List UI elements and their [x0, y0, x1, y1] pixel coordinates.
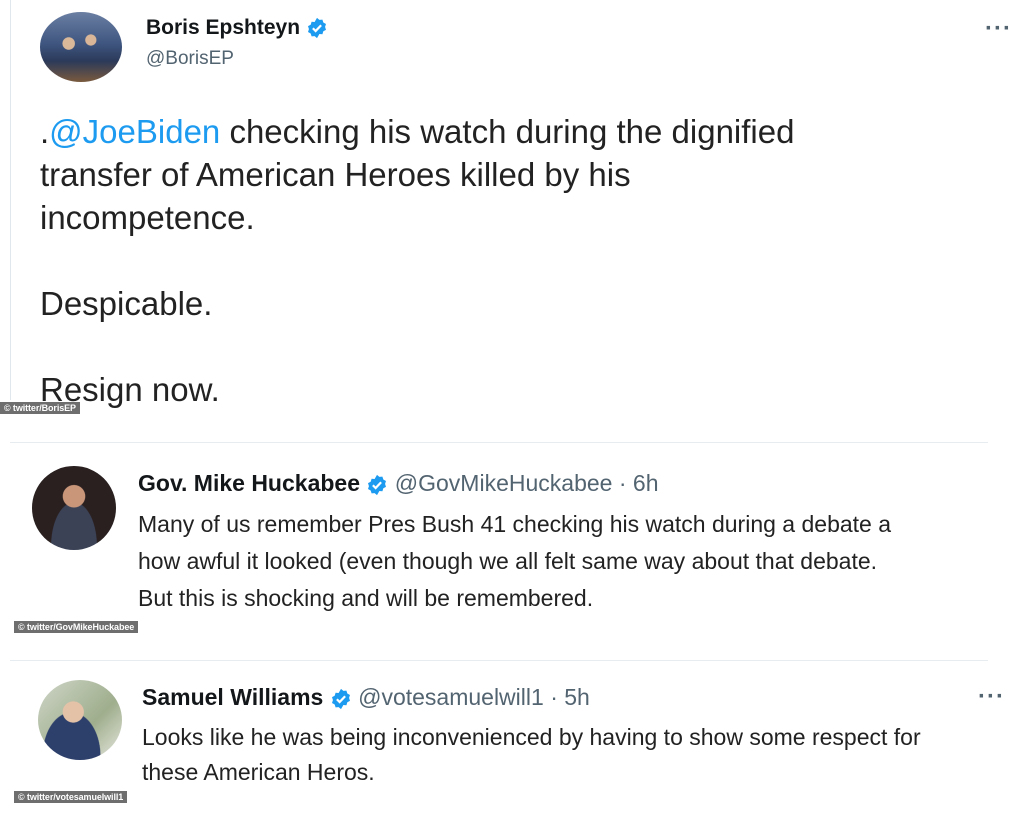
avatar[interactable]	[32, 466, 116, 550]
tweet-text: Looks like he was being inconvenienced b…	[142, 724, 921, 785]
display-name[interactable]: Gov. Mike Huckabee	[138, 470, 360, 496]
tweet-borisep: Boris Epshteyn @BorisEP ··· .@JoeBiden c…	[0, 0, 1031, 440]
image-credit: © twitter/BorisEP	[0, 402, 80, 414]
separator: ·	[618, 470, 627, 496]
verified-badge-icon	[306, 17, 328, 39]
timestamp[interactable]: 5h	[564, 684, 590, 710]
verified-badge-icon	[330, 688, 352, 710]
divider	[10, 442, 988, 443]
avatar[interactable]	[38, 680, 122, 760]
timestamp[interactable]: 6h	[633, 470, 659, 496]
tweet-header: Samuel Williams @votesamuelwill1 · 5h	[142, 684, 590, 711]
handle[interactable]: @votesamuelwill1	[358, 684, 544, 710]
tweet-text: .@JoeBiden checking his watch during the…	[40, 113, 795, 408]
more-options-icon[interactable]: ···	[978, 685, 1005, 709]
left-border	[10, 0, 11, 400]
separator: ·	[550, 684, 558, 710]
verified-badge-icon	[366, 474, 388, 496]
image-credit: © twitter/GovMikeHuckabee	[14, 621, 139, 633]
handle[interactable]: @GovMikeHuckabee	[395, 470, 613, 496]
image-credit: © twitter/votesamuelwill1	[14, 791, 128, 803]
mention-link[interactable]: @JoeBiden	[49, 113, 220, 150]
display-name[interactable]: Boris Epshteyn	[146, 16, 328, 40]
tweet-text: Many of us remember Pres Bush 41 checkin…	[138, 511, 892, 611]
divider	[10, 660, 988, 661]
more-options-icon[interactable]: ···	[985, 17, 1012, 41]
handle[interactable]: @BorisEP	[146, 48, 234, 70]
avatar[interactable]	[40, 12, 122, 82]
display-name[interactable]: Samuel Williams	[142, 684, 323, 710]
tweet-header: Gov. Mike Huckabee @GovMikeHuckabee · 6h	[138, 470, 659, 497]
